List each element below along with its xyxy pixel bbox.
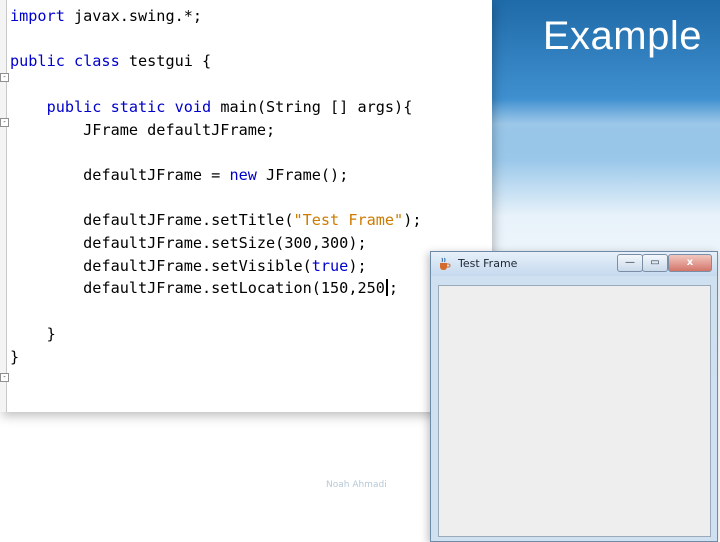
slide-title: Example xyxy=(542,14,702,58)
code-line-3: public static void main(String [] args){ xyxy=(46,97,413,116)
slide-footer: Noah Ahmadi xyxy=(326,480,387,490)
code-line-1: import javax.swing.*; xyxy=(10,7,203,25)
slide-decoration xyxy=(480,100,720,160)
editor-gutter xyxy=(0,0,7,412)
code-line-11: } xyxy=(10,347,20,366)
window-titlebar[interactable]: Test Frame — ▭ x xyxy=(431,252,717,276)
close-button[interactable]: x xyxy=(668,254,712,272)
test-frame-window[interactable]: Test Frame — ▭ x xyxy=(430,251,718,542)
code-line-9: defaultJFrame.setLocation(150,250; xyxy=(83,279,399,298)
java-cup-icon xyxy=(440,257,451,270)
code-line-6: defaultJFrame.setTitle("Test Frame"); xyxy=(83,211,422,230)
code-line-5: defaultJFrame = new JFrame(); xyxy=(83,165,349,184)
code-line-2: public class testgui { xyxy=(10,52,212,71)
code-line-10: } xyxy=(46,324,56,343)
text-caret xyxy=(385,279,388,297)
fold-marker-end[interactable]: - xyxy=(0,373,9,382)
code-editor[interactable]: - - - import javax.swing.*; public class… xyxy=(0,0,492,412)
maximize-button[interactable]: ▭ xyxy=(642,254,668,272)
fold-marker-class[interactable]: - xyxy=(0,73,9,82)
fold-marker-method[interactable]: - xyxy=(0,118,9,127)
window-title: Test Frame xyxy=(458,257,518,270)
minimize-button[interactable]: — xyxy=(617,254,643,272)
code-line-7: defaultJFrame.setSize(300,300); xyxy=(83,234,367,253)
code-line-8: defaultJFrame.setVisible(true); xyxy=(83,256,367,275)
source-code[interactable]: import javax.swing.*; public class testg… xyxy=(10,5,422,368)
code-line-4: JFrame defaultJFrame; xyxy=(83,120,276,139)
window-content-pane[interactable] xyxy=(438,285,711,537)
